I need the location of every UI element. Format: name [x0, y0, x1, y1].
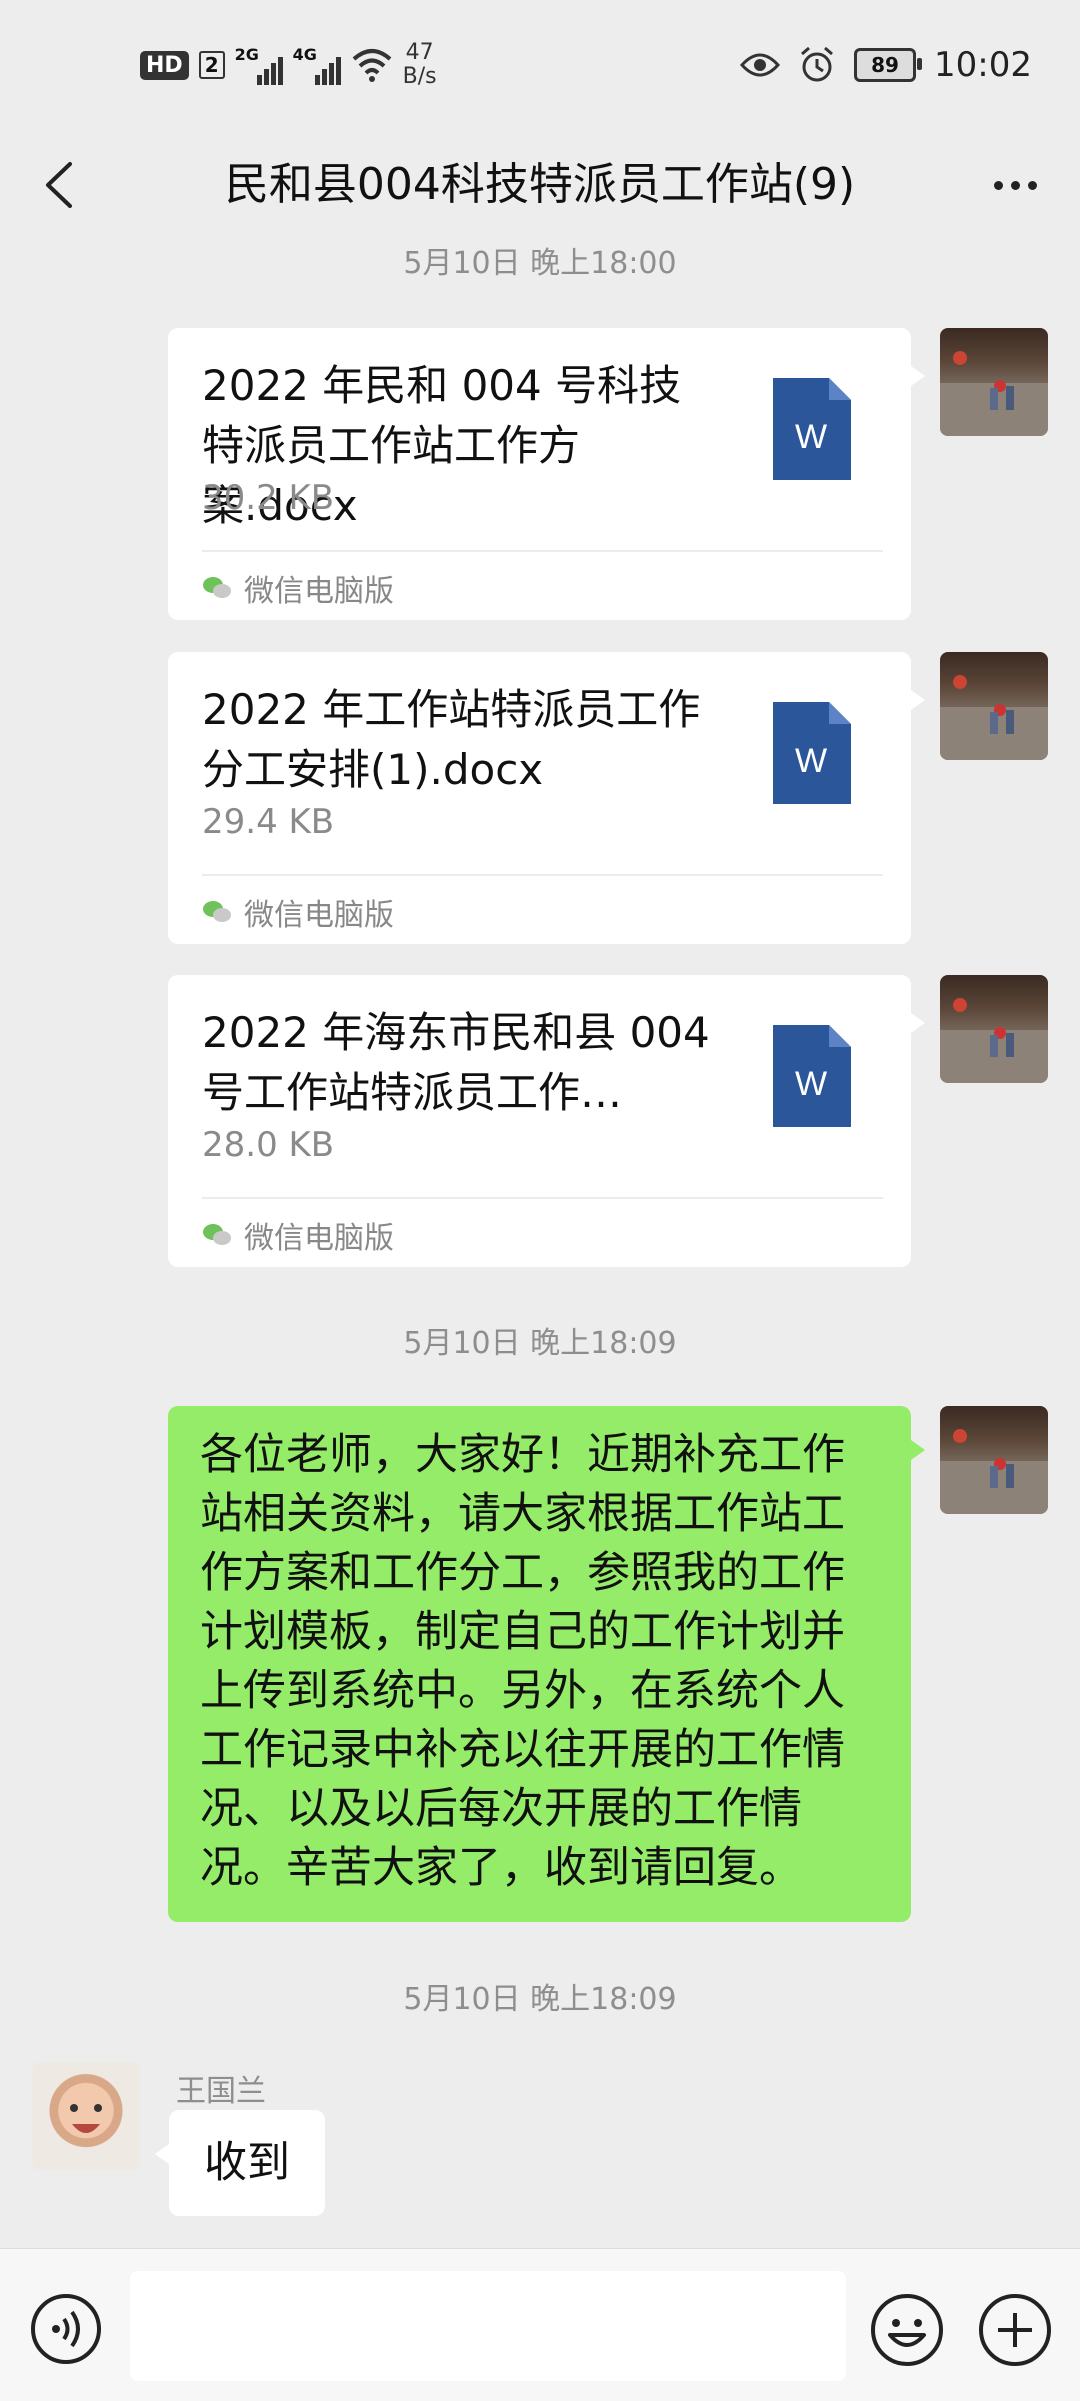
- hd-badge: HD: [140, 50, 189, 80]
- wifi-icon: [352, 49, 391, 82]
- card-divider: [202, 1197, 883, 1199]
- my-avatar[interactable]: [940, 1406, 1048, 1514]
- network-label-2: 4G: [292, 45, 317, 64]
- plus-icon[interactable]: [978, 2293, 1052, 2367]
- file-source: 微信电脑版: [202, 884, 394, 940]
- file-message[interactable]: 2022 年海东市民和县 004 号工作站特派员工作… 28.0 KB W 微信…: [168, 975, 925, 1267]
- status-time: 10:02: [934, 45, 1032, 85]
- battery-icon: 89: [854, 48, 923, 82]
- chat-header: 民和县004科技特派员工作站(9): [0, 130, 1080, 240]
- more-options-icon[interactable]: [980, 150, 1050, 220]
- my-avatar[interactable]: [940, 652, 1048, 760]
- card-divider: [202, 874, 883, 876]
- file-name: 2022 年海东市民和县 004 号工作站特派员工作…: [202, 1008, 710, 1117]
- file-message[interactable]: 2022 年工作站特派员工作分工安排(1).docx 29.4 KB W 微信电…: [168, 652, 925, 944]
- file-name: 2022 年工作站特派员工作分工安排(1).docx: [202, 685, 701, 794]
- signal-icon-2: 4G: [293, 45, 341, 85]
- wechat-icon: [203, 577, 231, 598]
- reply-message-bubble[interactable]: 收到: [155, 2110, 325, 2216]
- status-bar: HD 2 2G 4G 47 B/s 89 10:02: [0, 0, 1080, 130]
- speed-value: 47: [405, 40, 434, 65]
- word-doc-icon: W: [773, 1025, 851, 1127]
- file-size: 30.2 KB: [202, 478, 335, 518]
- speed-unit: B/s: [402, 64, 437, 89]
- status-right: 89 10:02: [740, 40, 1032, 90]
- file-source-label: 微信电脑版: [244, 1221, 394, 1256]
- chat-title: 民和县004科技特派员工作站(9): [224, 159, 856, 210]
- wechat-icon: [203, 1224, 231, 1245]
- message-input[interactable]: [130, 2271, 846, 2381]
- file-source: 微信电脑版: [202, 1207, 394, 1263]
- word-doc-icon: W: [773, 702, 851, 804]
- signal-icon: 2G: [235, 45, 283, 85]
- network-label: 2G: [234, 45, 259, 64]
- network-speed: 47 B/s: [403, 41, 437, 89]
- file-size: 29.4 KB: [202, 802, 335, 842]
- word-doc-icon: W: [773, 378, 851, 480]
- emoji-icon[interactable]: [870, 2293, 944, 2367]
- alarm-icon: [801, 46, 833, 82]
- word-letter: W: [795, 742, 827, 780]
- word-letter: W: [795, 1065, 827, 1103]
- card-divider: [202, 550, 883, 552]
- message-timestamp: 5月10日 晚上18:09: [403, 1982, 677, 2017]
- file-message[interactable]: 2022 年民和 004 号科技特派员工作站工作方案.docx 30.2 KB …: [168, 328, 925, 620]
- sender-name: 王国兰: [176, 2074, 266, 2109]
- file-source: 微信电脑版: [202, 560, 394, 616]
- voice-icon[interactable]: [30, 2293, 102, 2365]
- text-message-bubble[interactable]: 各位老师，大家好！近期补充工作站相关资料，请大家根据工作站工作方案和工作分工，参…: [168, 1406, 925, 1922]
- message-timestamp: 5月10日 晚上18:00: [403, 246, 677, 281]
- sim-badge: 2: [198, 51, 225, 79]
- word-letter: W: [795, 418, 827, 456]
- eye-icon: [740, 53, 781, 77]
- contact-avatar[interactable]: [32, 2062, 140, 2170]
- status-left: HD 2 2G 4G 47 B/s: [140, 40, 437, 90]
- message-timestamp: 5月10日 晚上18:09: [403, 1326, 677, 1361]
- my-avatar[interactable]: [940, 975, 1048, 1083]
- file-source-label: 微信电脑版: [244, 574, 394, 609]
- file-source-label: 微信电脑版: [244, 898, 394, 933]
- wechat-icon: [203, 901, 231, 922]
- my-avatar[interactable]: [940, 328, 1048, 436]
- input-bar: [0, 2248, 1080, 2401]
- file-size: 28.0 KB: [202, 1125, 335, 1165]
